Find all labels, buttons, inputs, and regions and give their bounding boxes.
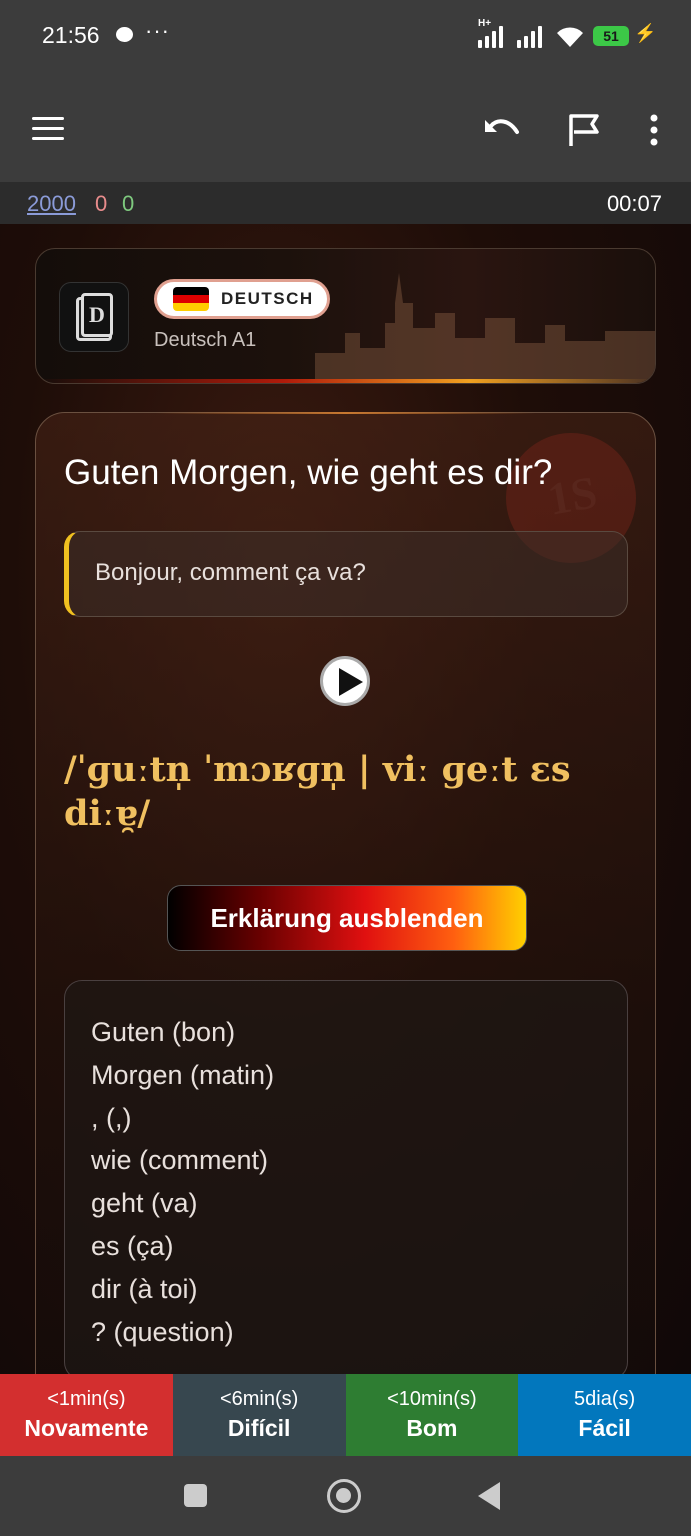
ipa-transcription: /ˈɡuːtn̩ ˈmɔʁɡn̩ | viː ɡeːt ɛs diːɐ̯/ — [64, 749, 571, 834]
play-audio-button[interactable] — [320, 656, 370, 706]
more-notifications-icon: ··· — [145, 18, 170, 43]
city-skyline-image — [315, 273, 655, 383]
play-icon — [339, 668, 363, 696]
germany-flag-icon — [173, 287, 209, 311]
explanation-item: geht (va) — [91, 1188, 198, 1219]
more-options-icon[interactable] — [634, 110, 674, 150]
wifi-icon — [557, 27, 583, 47]
back-icon[interactable] — [478, 1482, 500, 1510]
language-label: DEUTSCH — [221, 289, 314, 308]
status-bar: 21:56 ··· H+ 51 ⚡ — [0, 0, 691, 72]
top-toolbar — [0, 72, 691, 182]
system-nav-bar — [0, 1456, 691, 1536]
card-timer: 00:07 — [606, 191, 662, 216]
signal-strength-2-icon — [517, 26, 542, 48]
flag-icon[interactable] — [564, 110, 604, 150]
easy-interval: 5dia(s) — [574, 1388, 636, 1410]
new-count[interactable]: 2000 — [27, 191, 76, 217]
chat-bubble-icon — [116, 27, 133, 42]
flashcard: 1S Guten Morgen, wie geht es dir? Bonjou… — [35, 412, 656, 1374]
learning-count: 0 — [95, 191, 108, 216]
explanation-item: dir (à toi) — [91, 1273, 198, 1304]
hard-button[interactable]: <6min(s) Difícil — [172, 1374, 346, 1456]
explanation-item: ? (question) — [91, 1316, 234, 1347]
deck-logo-icon: D — [59, 282, 129, 352]
signal-strength-icon: H+ — [478, 18, 503, 48]
good-label: Bom — [406, 1415, 458, 1441]
translation-text: Bonjour, comment ça va? — [95, 559, 366, 586]
translation-box: Bonjour, comment ça va? — [64, 531, 628, 617]
recent-apps-icon[interactable] — [184, 1484, 207, 1507]
hide-explanation-button[interactable]: Erklärung ausblenden — [167, 885, 527, 951]
good-interval: <10min(s) — [387, 1388, 477, 1410]
status-time: 21:56 — [42, 22, 100, 48]
battery-icon: 51 — [593, 26, 629, 46]
again-interval: <1min(s) — [47, 1388, 126, 1410]
explanation-item: Guten (bon) — [91, 1017, 236, 1047]
charging-icon: ⚡ — [634, 23, 657, 43]
answer-buttons: <1min(s) Novamente <6min(s) Difícil <10m… — [0, 1374, 691, 1456]
review-count: 0 — [122, 191, 135, 216]
explanation-box: Guten (bon) Morgen (matin) , (,) wie (co… — [64, 980, 628, 1374]
easy-button[interactable]: 5dia(s) Fácil — [518, 1374, 691, 1456]
good-button[interactable]: <10min(s) Bom — [345, 1374, 519, 1456]
undo-icon[interactable] — [481, 110, 521, 150]
deck-header: D DEUTSCH Deutsch A1 — [35, 248, 656, 384]
home-icon[interactable] — [327, 1479, 361, 1513]
language-badge: DEUTSCH — [154, 279, 330, 319]
easy-label: Fácil — [578, 1415, 631, 1441]
question-text: Guten Morgen, wie geht es dir? — [64, 453, 553, 492]
deck-name: Deutsch A1 — [154, 329, 257, 351]
review-counter-bar: 2000 0 0 00:07 — [0, 182, 691, 224]
card-content-area: D DEUTSCH Deutsch A1 1S Guten Morgen, wi… — [0, 224, 691, 1374]
hard-label: Difícil — [227, 1415, 291, 1441]
explanation-item: wie (comment) — [91, 1145, 269, 1176]
explanation-item: es (ça) — [91, 1230, 174, 1261]
explanation-item: Morgen (matin) — [91, 1059, 275, 1090]
again-button[interactable]: <1min(s) Novamente — [0, 1374, 173, 1456]
signal-indicators: H+ — [478, 18, 584, 48]
again-label: Novamente — [24, 1415, 149, 1441]
menu-icon[interactable] — [32, 117, 64, 141]
hard-interval: <6min(s) — [219, 1388, 299, 1410]
explanation-item: , (,) — [91, 1102, 132, 1133]
network-type-label: H+ — [478, 18, 492, 29]
